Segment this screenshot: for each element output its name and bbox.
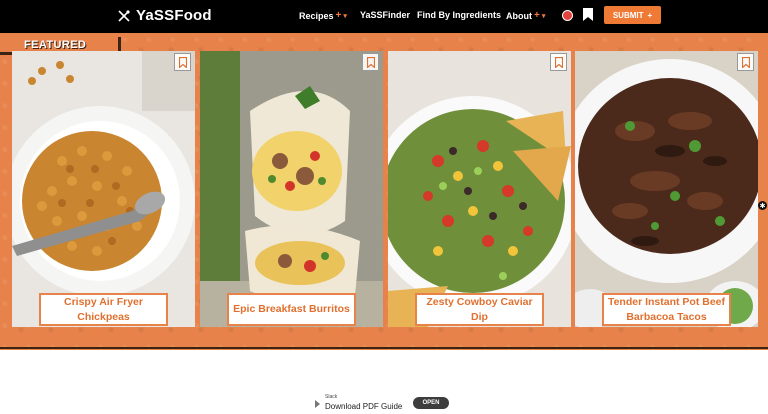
recipe-title[interactable]: Epic Breakfast Burritos (227, 293, 356, 326)
chevron-down-icon: ▾ (541, 12, 546, 20)
nav-about[interactable]: About + ▾ (506, 10, 545, 21)
nav-recipes[interactable]: Recipes + ▾ (299, 10, 347, 21)
nav-recipes-label: Recipes (299, 10, 334, 21)
ad-open-button[interactable]: OPEN (413, 397, 449, 409)
nav-about-label: About (506, 10, 532, 21)
nav-yassfinder-label: YaSSFinder (360, 10, 411, 20)
save-recipe-button[interactable] (362, 53, 379, 71)
chickpeas-photo (12, 51, 195, 327)
ad-brand: Slack (325, 394, 338, 400)
accessibility-icon[interactable]: ✱ (758, 201, 767, 210)
cowboy-caviar-photo (388, 51, 571, 327)
submit-label: SUBMIT (612, 10, 644, 20)
burritos-photo (200, 51, 383, 327)
logo-text: YaSSFood (136, 7, 212, 24)
bookmark-icon (554, 56, 563, 68)
submit-button[interactable]: SUBMIT + (604, 6, 661, 24)
nav-find-by-ingredients[interactable]: Find By Ingredients (417, 10, 501, 20)
recipe-title[interactable]: Tender Instant Pot Beef Barbacoa Tacos (602, 293, 731, 326)
utensils-icon (118, 9, 130, 22)
user-avatar[interactable] (562, 10, 573, 21)
ad-banner[interactable]: Slack Download PDF Guide OPEN (315, 391, 450, 414)
recipe-card-barbacoa[interactable]: Tender Instant Pot Beef Barbacoa Tacos (575, 51, 758, 327)
save-recipe-button[interactable] (550, 53, 567, 71)
nav-find-by-ingredients-label: Find By Ingredients (417, 10, 502, 20)
recipe-card-burritos[interactable]: Epic Breakfast Burritos (200, 51, 383, 327)
chevron-down-icon: ▾ (343, 12, 347, 20)
barbacoa-photo (575, 51, 758, 327)
recipe-title[interactable]: Crispy Air Fryer Chickpeas (39, 293, 168, 326)
bookmark-icon (178, 56, 187, 68)
plus-icon: + (534, 10, 540, 21)
nav-yassfinder[interactable]: YaSSFinder (360, 10, 410, 20)
divider (0, 347, 768, 349)
recipe-card-cowboy-caviar[interactable]: Zesty Cowboy Caviar Dip (388, 51, 571, 327)
bookmark-icon (366, 56, 375, 68)
recipe-card-chickpeas[interactable]: Crispy Air Fryer Chickpeas (12, 51, 195, 327)
plus-icon: + (335, 10, 342, 21)
save-recipe-button[interactable] (174, 53, 191, 71)
site-header: YaSSFood Recipes + ▾ YaSSFinder Find By … (0, 0, 768, 33)
recipe-title[interactable]: Zesty Cowboy Caviar Dip (415, 293, 544, 326)
plus-icon: + (647, 10, 653, 20)
bookmark-icon[interactable] (583, 8, 593, 21)
ad-title: Download PDF Guide (325, 402, 403, 411)
play-icon (315, 400, 320, 408)
bookmark-icon (741, 56, 750, 68)
site-logo[interactable]: YaSSFood (118, 7, 212, 24)
featured-tag-label: FEATURED (24, 38, 87, 51)
save-recipe-button[interactable] (737, 53, 754, 71)
